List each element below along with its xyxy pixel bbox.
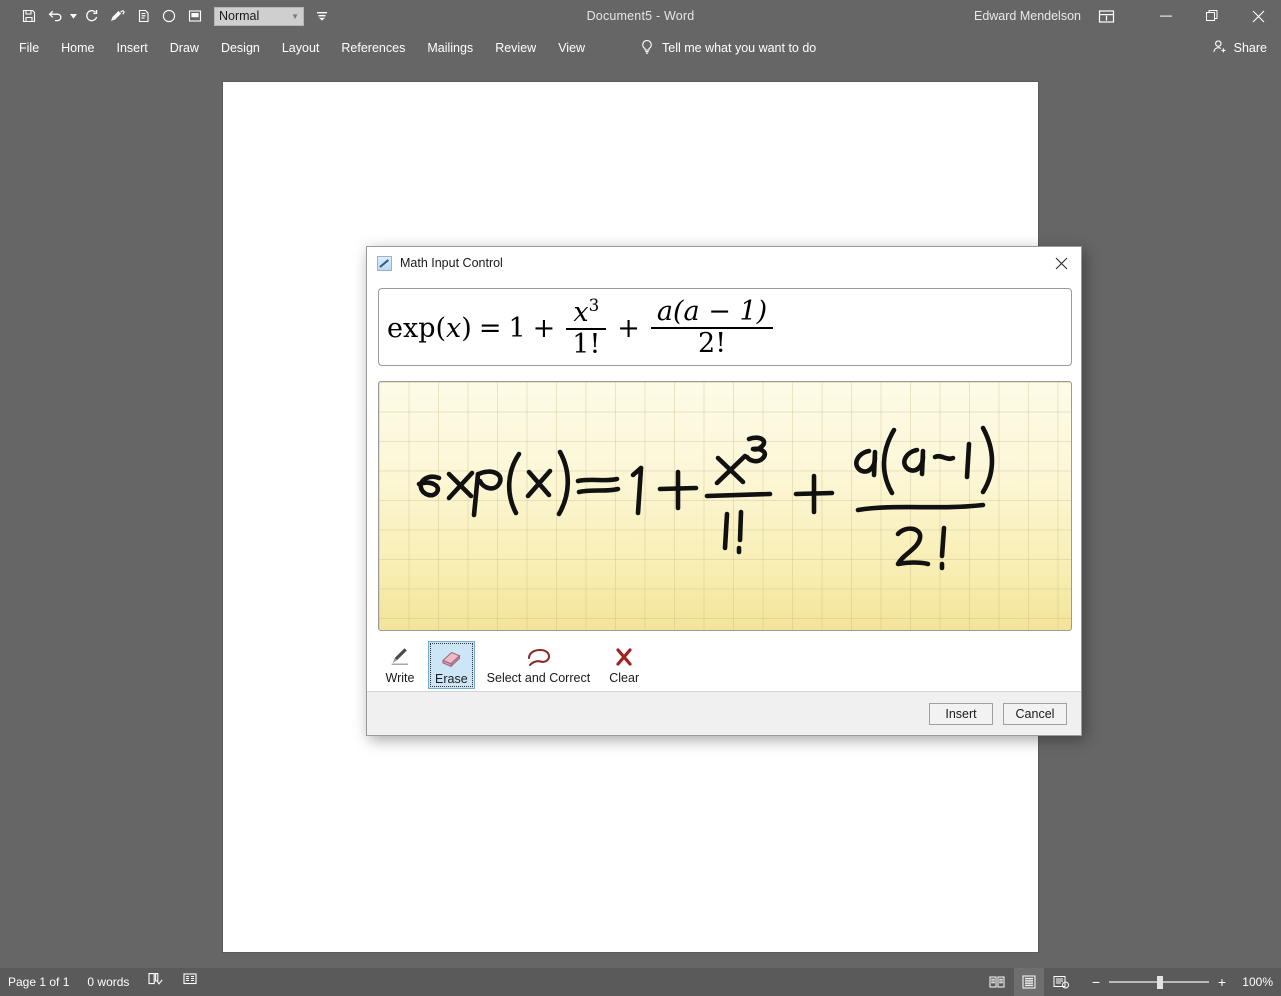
tab-references[interactable]: References — [330, 32, 416, 64]
formula-plus-1: + — [532, 312, 556, 344]
redo-icon[interactable] — [78, 3, 104, 29]
ribbon-display-options-icon[interactable] — [1083, 0, 1129, 32]
ink-writing-area[interactable] — [378, 381, 1072, 631]
lightbulb-icon — [640, 39, 654, 58]
share-label: Share — [1233, 41, 1267, 55]
dialog-title-bar: Math Input Control — [367, 247, 1081, 279]
tab-mailings[interactable]: Mailings — [416, 32, 484, 64]
chevron-down-icon: ▼ — [291, 11, 299, 21]
account-name: Edward Mendelson — [973, 9, 1081, 23]
zoom-level[interactable]: 100% — [1235, 975, 1273, 989]
pen-icon — [388, 644, 412, 670]
tool-select-and-correct-label: Select and Correct — [486, 671, 591, 685]
zoom-control: − + 100% — [1090, 974, 1273, 990]
fraction-1-numerator-base: x — [573, 296, 589, 328]
math-input-pen-icon — [377, 255, 392, 271]
quick-access-toolbar: Normal ▼ — [16, 0, 330, 32]
title-bar: Normal ▼ Document5 - Word Edward Mendels… — [0, 0, 1281, 32]
close-icon[interactable] — [1235, 0, 1281, 32]
style-dropdown-value: Normal — [219, 8, 260, 23]
tell-me-search[interactable]: Tell me what you want to do — [640, 32, 816, 64]
share-button[interactable]: Share — [1212, 32, 1267, 64]
person-add-icon — [1212, 39, 1228, 57]
status-bar-right: − + 100% — [982, 968, 1273, 996]
red-x-icon — [613, 644, 635, 670]
tab-view[interactable]: View — [547, 32, 596, 64]
customize-quick-access-toolbar-icon[interactable] — [314, 3, 330, 29]
fraction-1-denominator: 1! — [572, 329, 601, 360]
fraction-2-denominator: 2! — [698, 328, 727, 359]
eraser-icon — [438, 645, 464, 671]
format-painter-icon[interactable] — [104, 3, 130, 29]
tab-insert[interactable]: Insert — [106, 32, 159, 64]
close-icon[interactable] — [1047, 250, 1075, 276]
plus-icon[interactable]: + — [1216, 974, 1228, 990]
formula-display: exp ( x ) = 1 + x3 1! + a(a − 1) 2! — [387, 295, 777, 361]
fraction-2-numerator: a(a − 1) — [656, 295, 768, 327]
tool-erase[interactable]: Erase — [428, 641, 475, 689]
handwritten-formula-ink — [416, 425, 995, 571]
print-layout-icon[interactable] — [1014, 968, 1044, 996]
undo-dropdown-caret-icon[interactable] — [68, 3, 78, 29]
minimize-icon[interactable] — [1143, 0, 1189, 32]
tab-design[interactable]: Design — [210, 32, 271, 64]
tell-me-label: Tell me what you want to do — [662, 41, 817, 55]
fraction-1-numerator-exponent: 3 — [588, 294, 600, 315]
ribbon-tab-bar: File Home Insert Draw Design Layout Refe… — [0, 32, 1281, 64]
circle-icon[interactable] — [156, 3, 182, 29]
formula-plus-2: + — [617, 312, 640, 344]
formula-equals: = — [478, 312, 502, 344]
tab-home[interactable]: Home — [50, 32, 105, 64]
tool-select-and-correct[interactable]: Select and Correct — [481, 641, 597, 689]
tool-write-label: Write — [385, 671, 415, 685]
accessibility-icon[interactable] — [182, 968, 199, 996]
formula-fraction-2: a(a − 1) 2! — [650, 295, 774, 359]
ink-tool-strip: Write Erase Select and Correct Clear — [378, 641, 1072, 693]
tab-review[interactable]: Review — [484, 32, 547, 64]
cancel-button[interactable]: Cancel — [1003, 703, 1067, 725]
page-count[interactable]: Page 1 of 1 — [8, 968, 69, 996]
save-icon[interactable] — [16, 3, 42, 29]
zoom-slider-thumb[interactable] — [1157, 976, 1163, 989]
formula-variable-x: x — [446, 312, 462, 344]
status-bar-left: Page 1 of 1 0 words — [8, 968, 199, 996]
tab-file[interactable]: File — [8, 32, 50, 64]
lasso-icon — [523, 644, 553, 670]
dialog-footer: Insert Cancel — [367, 691, 1081, 735]
formula-one: 1 — [508, 312, 526, 344]
style-dropdown[interactable]: Normal ▼ — [214, 6, 304, 26]
tool-write[interactable]: Write — [378, 641, 422, 689]
formula-exp: exp — [387, 312, 436, 344]
undo-icon[interactable] — [42, 3, 68, 29]
formula-fraction-1: x3 1! — [566, 294, 607, 360]
web-layout-icon[interactable] — [1046, 968, 1076, 996]
tool-clear-label: Clear — [609, 671, 640, 685]
word-count[interactable]: 0 words — [87, 968, 129, 996]
window-layout-icon[interactable] — [182, 3, 208, 29]
recognized-formula-preview: exp ( x ) = 1 + x3 1! + a(a − 1) 2! — [378, 288, 1072, 366]
zoom-slider[interactable] — [1109, 975, 1209, 989]
tool-erase-label: Erase — [435, 672, 468, 686]
read-mode-icon[interactable] — [982, 968, 1012, 996]
restore-icon[interactable] — [1189, 0, 1235, 32]
tool-clear[interactable]: Clear — [602, 641, 646, 689]
minus-icon[interactable]: − — [1090, 974, 1102, 990]
math-input-control-dialog: Math Input Control exp ( x ) = 1 + x3 1!… — [366, 246, 1082, 736]
window-controls — [1083, 0, 1281, 32]
paste-document-icon[interactable] — [130, 3, 156, 29]
tab-layout[interactable]: Layout — [271, 32, 331, 64]
dialog-title: Math Input Control — [400, 256, 503, 270]
status-bar: Page 1 of 1 0 words − + 100% — [0, 968, 1281, 996]
tab-draw[interactable]: Draw — [159, 32, 210, 64]
ribbon-tabs: File Home Insert Draw Design Layout Refe… — [8, 32, 596, 64]
insert-button[interactable]: Insert — [929, 703, 993, 725]
proofing-errors-icon[interactable] — [147, 968, 164, 996]
